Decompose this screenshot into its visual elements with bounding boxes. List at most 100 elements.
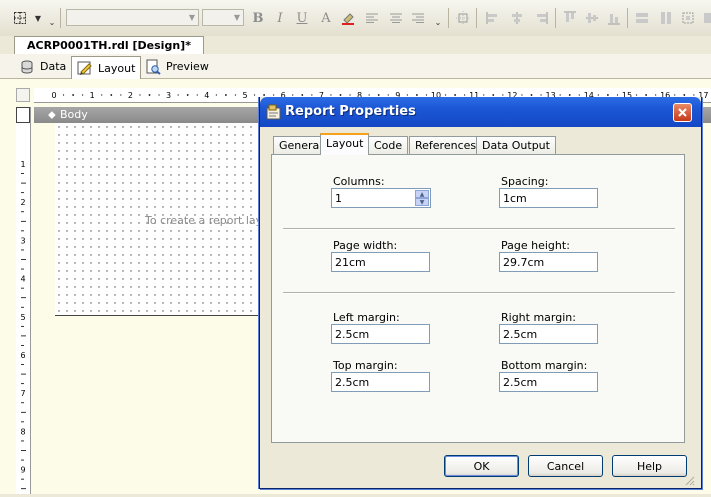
align-to-grid-icon[interactable] — [455, 10, 471, 26]
ruler-corner — [16, 88, 30, 102]
help-button[interactable]: Help — [612, 455, 687, 477]
ruler-tick — [464, 94, 466, 96]
make-same-height-icon[interactable] — [658, 10, 674, 26]
dialog-title: Report Properties — [285, 104, 416, 119]
bottom-margin-input[interactable] — [499, 372, 598, 392]
toolbar-separator — [60, 8, 61, 28]
ruler-tick — [674, 94, 676, 96]
ruler-tick — [311, 94, 313, 96]
top-margin-input[interactable] — [331, 372, 430, 392]
ruler-tick — [330, 94, 332, 96]
align-rights-icon[interactable] — [533, 10, 549, 26]
left-margin-label: Left margin: — [333, 311, 400, 324]
tab-preview-label: Preview — [166, 60, 209, 73]
font-name-combo[interactable]: ▼ — [66, 9, 199, 26]
close-button[interactable] — [673, 103, 692, 122]
ruler-tick-label: 1 — [90, 91, 95, 100]
ruler-tick — [139, 94, 141, 96]
report-body-canvas[interactable]: To create a report layout — [55, 123, 286, 316]
ruler-tick — [683, 94, 686, 96]
align-left-icon[interactable] — [364, 10, 380, 26]
ruler-tick — [215, 94, 217, 96]
right-margin-input[interactable] — [499, 324, 598, 344]
font-size-combo[interactable]: ▼ — [202, 9, 244, 26]
make-same-width-icon[interactable] — [634, 10, 650, 26]
font-color-icon[interactable]: A — [318, 10, 334, 26]
toolbar-separator — [555, 8, 556, 28]
bottom-margin-label: Bottom margin: — [501, 359, 588, 372]
ruler-tick — [82, 94, 84, 96]
tab-preview[interactable]: Preview — [140, 56, 214, 77]
ruler-tick — [425, 94, 428, 96]
document-tab[interactable]: ACRP0001TH.rdl [Design]* — [14, 36, 204, 54]
align-right-icon[interactable] — [410, 10, 426, 26]
ruler-tick — [349, 94, 351, 96]
ruler-tick — [568, 94, 571, 96]
page-width-input[interactable] — [331, 252, 430, 272]
ruler-tick — [120, 94, 122, 96]
divider — [283, 228, 675, 230]
ruler-tick — [578, 94, 580, 96]
ruler-tick — [177, 94, 179, 96]
ruler-tick-label: 5 — [20, 313, 25, 322]
bold-icon[interactable]: B — [250, 10, 266, 26]
ruler-tick-label: 0 — [51, 91, 56, 100]
spin-down-icon[interactable]: ▼ — [415, 198, 429, 206]
ruler-tick — [253, 94, 256, 96]
size-to-grid-icon[interactable] — [700, 10, 711, 26]
ruler-tick — [540, 94, 542, 96]
ruler-tick-label: 2 — [128, 91, 133, 100]
page-height-input[interactable] — [499, 252, 598, 272]
ruler-tick — [483, 94, 485, 96]
resize-grip-icon[interactable] — [683, 474, 695, 486]
tab-data-output[interactable]: Data Output — [476, 136, 556, 155]
columns-spinner[interactable]: ▲ ▼ — [415, 190, 429, 206]
tab-references[interactable]: References — [409, 136, 483, 155]
divider — [283, 292, 675, 294]
ruler-tick — [655, 94, 657, 96]
ruler-tick — [186, 94, 189, 96]
ruler-tick — [377, 94, 380, 96]
underline-icon[interactable]: U — [294, 10, 310, 26]
tab-code[interactable]: Code — [368, 136, 409, 155]
tab-layout-properties[interactable]: Layout — [320, 133, 370, 155]
tab-layout[interactable]: Layout — [71, 56, 142, 79]
report-view-tabs: Data Layout Preview — [0, 54, 711, 79]
ruler-tick — [234, 94, 237, 96]
make-same-size-icon[interactable] — [680, 10, 696, 26]
ruler-tick-label: 7 — [20, 389, 25, 398]
toolbar-overflow-icon[interactable]: ⌄ — [430, 14, 446, 30]
ruler-tick — [530, 94, 533, 96]
ruler-tick — [635, 94, 638, 96]
columns-label: Columns: — [333, 175, 385, 188]
ruler-tick — [559, 94, 561, 96]
align-bottoms-icon[interactable] — [606, 10, 622, 26]
close-icon — [678, 108, 687, 117]
italic-icon[interactable]: I — [272, 10, 288, 26]
report-selector[interactable] — [16, 107, 30, 123]
cancel-button[interactable]: Cancel — [528, 455, 603, 477]
spin-up-icon[interactable]: ▲ — [415, 190, 429, 198]
align-centers-icon[interactable] — [509, 10, 525, 26]
align-tops-icon[interactable] — [562, 10, 578, 26]
dialog-titlebar[interactable]: Report Properties — [260, 97, 701, 127]
left-margin-input[interactable] — [331, 324, 430, 344]
ok-button[interactable]: OK — [444, 455, 519, 477]
borders-icon[interactable] — [12, 10, 28, 26]
align-center-icon[interactable] — [388, 10, 404, 26]
fill-color-icon[interactable] — [340, 10, 356, 26]
ruler-tick — [273, 94, 275, 96]
align-middles-icon[interactable] — [584, 10, 600, 26]
ruler-tick — [72, 94, 74, 96]
tab-data[interactable]: Data — [14, 56, 71, 77]
ruler-tick-label: 3 — [166, 91, 171, 100]
properties-icon — [266, 104, 281, 120]
spacing-input[interactable] — [499, 188, 598, 208]
ruler-tick — [502, 94, 504, 96]
chevron-down-icon: ▼ — [188, 13, 195, 22]
ruler-tick-label: 4 — [20, 275, 25, 284]
toolbar-overflow-icon[interactable]: ⌄ — [44, 14, 60, 30]
ruler-tick-label: 9 — [20, 466, 25, 475]
ruler-tick — [693, 94, 695, 96]
align-lefts-icon[interactable] — [485, 10, 501, 26]
